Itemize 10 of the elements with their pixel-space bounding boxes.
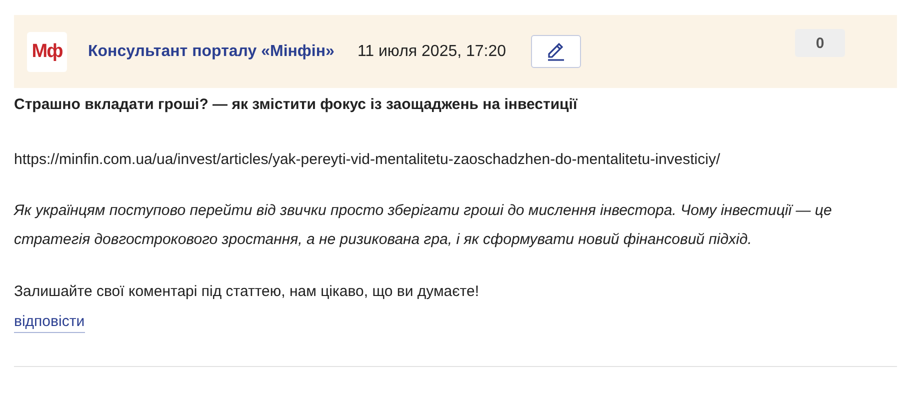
comment-date: 11 июля 2025, 17:20	[357, 42, 506, 60]
vote-count: 0	[795, 29, 845, 57]
edit-button[interactable]	[531, 35, 582, 68]
logo: Мф	[27, 32, 67, 72]
reply-link[interactable]: відповісти	[14, 312, 85, 333]
comment-text: Залишайте свої коментарі під статтею, нам цікаво, що ви думаєте!	[14, 282, 480, 302]
article-url: https://minfin.com.ua/ua/invest/articles/yak-pereyti-vid-mentalitetu-zaoschadzhen-do-mentalitetu-investiciy/	[14, 150, 722, 170]
comment-title: Страшно вкладати гроші? — як змістити фокус із заощаджень на інвестиції	[14, 95, 578, 115]
author-link[interactable]: Консультант порталу «Мінфін»	[88, 42, 334, 60]
article-summary: Як українцям поступово перейти від звички просто зберігати гроші до мислення інвестора. Чому інвестиції — це стратегія довгострокового зростання, а не ризикована гра, і як сформувати новий фінансовий підхід.	[14, 201, 833, 250]
